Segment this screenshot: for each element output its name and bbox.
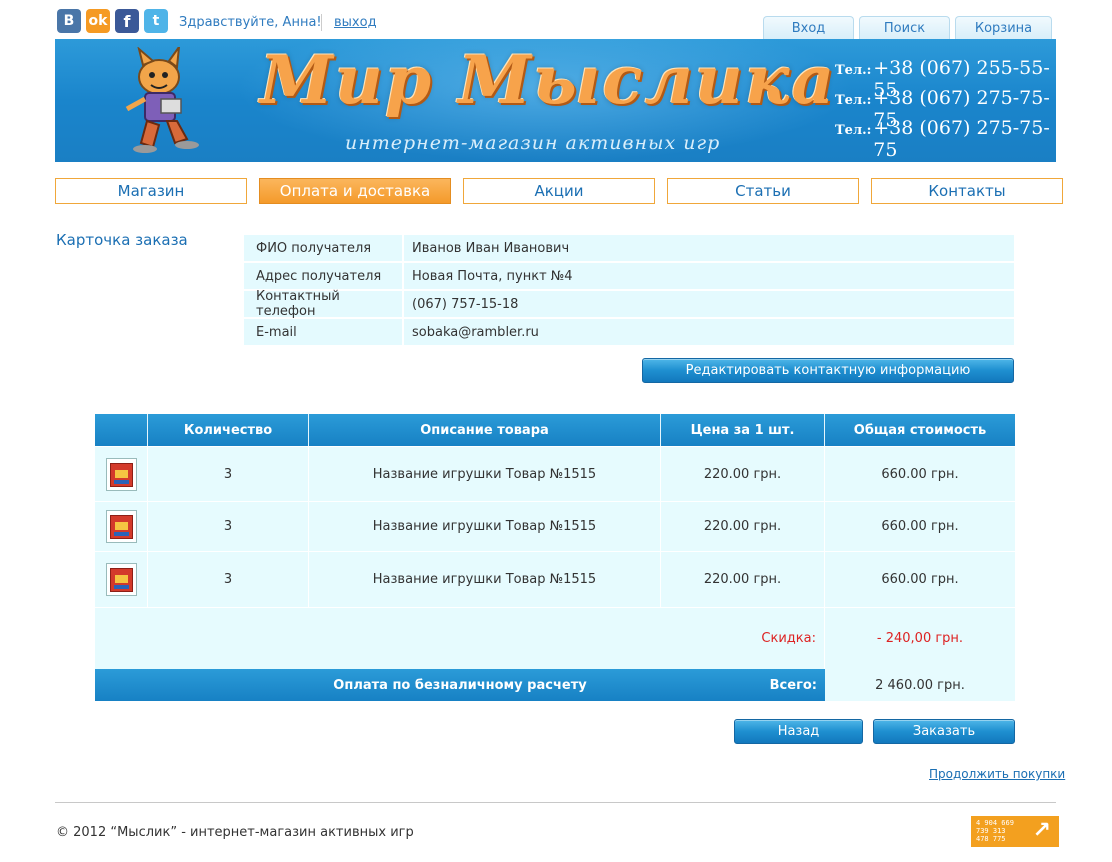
nav-payment-delivery[interactable]: Оплата и доставка (259, 178, 451, 204)
price-cell: 220.00 грн. (661, 447, 825, 501)
info-row: Адрес получателя Новая Почта, пункт №4 (244, 263, 1014, 289)
continue-shopping-link[interactable]: Продолжить покупки (929, 767, 1065, 781)
phone-label: Тел.: (835, 123, 872, 138)
info-value: Новая Почта, пункт №4 (412, 268, 573, 284)
total-cell: 660.00 грн. (881, 466, 959, 482)
col-header-price: Цена за 1 шт. (661, 414, 825, 446)
product-image[interactable] (105, 563, 137, 596)
col-header-quantity: Количество (148, 414, 309, 446)
phone-row: Тел.: +38 (067) 255-55-55 (835, 57, 1056, 101)
product-image[interactable] (105, 457, 137, 491)
total-row: Оплата по безналичному расчету Всего: 2 … (95, 669, 1015, 701)
facebook-icon[interactable]: f (115, 9, 139, 33)
quantity-cell: 3 (148, 552, 309, 607)
payment-method: Оплата по безналичному расчету (333, 677, 587, 693)
table-header: Количество Описание товара Цена за 1 шт.… (95, 414, 1015, 446)
phone-number: +38 (067) 275-75-75 (873, 117, 1050, 161)
info-value: Иванов Иван Иванович (412, 240, 570, 256)
total-value: 2 460.00 грн. (825, 669, 1015, 701)
phone-label: Тел.: (835, 93, 872, 108)
header-banner: Мир Мыслика интернет-магазин активных иг… (55, 39, 1056, 162)
col-header-total: Общая стоимость (853, 422, 987, 438)
description-cell[interactable]: Название игрушки Товар №1515 (309, 552, 661, 607)
twitter-icon[interactable]: t (144, 9, 168, 33)
info-value: sobaka@rambler.ru (412, 324, 539, 340)
info-row: Контактный телефон (067) 757-15-18 (244, 289, 1014, 319)
order-table: Количество Описание товара Цена за 1 шт.… (95, 414, 1015, 701)
info-label: E-mail (244, 319, 404, 345)
info-value: (067) 757-15-18 (412, 296, 519, 312)
page-title: Карточка заказа (56, 231, 188, 249)
logout-link[interactable]: выход (334, 15, 377, 30)
main-nav: Магазин Оплата и доставка Акции Статьи К… (55, 178, 1063, 204)
tab-login[interactable]: Вход (763, 16, 854, 40)
visit-counter[interactable]: 4 904 669 739 313 478 775 ↗ (971, 816, 1059, 847)
back-button[interactable]: Назад (734, 719, 863, 744)
description-cell[interactable]: Название игрушки Товар №1515 (309, 447, 661, 501)
phone-label: Тел.: (835, 63, 872, 78)
phone-row: Тел.: +38 (067) 275-75-75 (835, 87, 1056, 131)
counter-line: 4 904 669 (976, 819, 1014, 827)
quantity-cell: 3 (148, 447, 309, 501)
phone-list: Тел.: +38 (067) 255-55-55 Тел.: +38 (067… (835, 57, 1056, 161)
info-label: ФИО получателя (244, 235, 404, 261)
price-cell: 220.00 грн. (661, 502, 825, 551)
table-row: 3 Название игрушки Товар №1515 220.00 гр… (95, 551, 1015, 607)
info-row: E-mail sobaka@rambler.ru (244, 319, 1014, 345)
product-thumb-cell (95, 502, 148, 551)
site-logo[interactable]: Мир Мыслика (260, 41, 836, 119)
total-cell: 660.00 грн. (881, 572, 959, 587)
nav-shop[interactable]: Магазин (55, 178, 247, 204)
divider (321, 14, 322, 31)
cat-mascot-icon[interactable] (117, 47, 207, 157)
table-row: 3 Название игрушки Товар №1515 220.00 гр… (95, 446, 1015, 501)
top-tabs: Вход Поиск Корзина (763, 16, 1052, 40)
description-cell[interactable]: Название игрушки Товар №1515 (309, 502, 661, 551)
odnoklassniki-icon[interactable]: ok (86, 9, 110, 33)
info-row: ФИО получателя Иванов Иван Иванович (244, 235, 1014, 261)
product-image[interactable] (105, 510, 137, 543)
counter-line: 478 775 (976, 835, 1006, 843)
total-label: Всего: (769, 677, 817, 693)
footer-divider (55, 802, 1056, 803)
tab-search[interactable]: Поиск (859, 16, 950, 40)
place-order-button[interactable]: Заказать (873, 719, 1015, 744)
discount-row: Скидка: - 240,00 грн. (95, 607, 1015, 669)
quantity-cell: 3 (148, 502, 309, 551)
contact-info-table: ФИО получателя Иванов Иван Иванович Адре… (244, 235, 1014, 347)
total-cell: 660.00 грн. (881, 519, 959, 534)
user-greeting: Здравствуйте, Анна! (179, 15, 322, 30)
discount-value: - 240,00 грн. (876, 631, 964, 646)
edit-contact-button[interactable]: Редактировать контактную информацию (642, 358, 1014, 383)
tab-cart[interactable]: Корзина (955, 16, 1052, 40)
price-cell: 220.00 грн. (661, 552, 825, 607)
phone-row: Тел.: +38 (067) 275-75-75 (835, 117, 1056, 161)
nav-promotions[interactable]: Акции (463, 178, 655, 204)
site-slogan: интернет-магазин активных игр (345, 132, 721, 154)
nav-contacts[interactable]: Контакты (871, 178, 1063, 204)
arrow-up-right-icon: ↗ (1032, 818, 1051, 843)
info-label: Адрес получателя (244, 263, 404, 289)
copyright-text: © 2012 “Мыслик” - интернет-магазин актив… (56, 825, 414, 840)
social-links: B ok f t (57, 9, 168, 33)
counter-line: 739 313 (976, 827, 1006, 835)
product-thumb-cell (95, 447, 148, 501)
discount-label: Скидка: (95, 608, 825, 669)
info-label: Контактный телефон (244, 289, 404, 319)
vk-icon[interactable]: B (57, 9, 81, 33)
nav-articles[interactable]: Статьи (667, 178, 859, 204)
counter-numbers: 4 904 669 739 313 478 775 (976, 819, 1014, 843)
payment-bar: Оплата по безналичному расчету Всего: (95, 669, 825, 701)
product-thumb-cell (95, 552, 148, 607)
col-header-description: Описание товара (309, 414, 661, 446)
col-header-image (95, 414, 148, 446)
table-row: 3 Название игрушки Товар №1515 220.00 гр… (95, 501, 1015, 551)
